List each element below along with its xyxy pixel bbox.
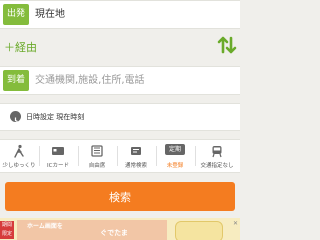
transport-icon [212, 146, 222, 158]
option-ic-card[interactable]: ICカード [41, 140, 75, 172]
arrival-tag: 到着 [3, 70, 29, 91]
swap-icon[interactable] [216, 34, 238, 56]
ad-badge: 期間限定 [0, 221, 14, 239]
option-search-mode[interactable]: 通常検索 [119, 140, 153, 172]
ad-banner[interactable]: 期間限定 ホーム画面を ぐでたま ✕ [0, 218, 240, 240]
option-commuter-pass[interactable]: 定期 未登録 [158, 140, 192, 172]
seat-icon [91, 145, 103, 157]
ic-card-icon [52, 147, 64, 155]
option-label: 少しゆっくり [2, 163, 36, 169]
search-options-bar: 少しゆっくり ICカード 自由席 通常検索 定期 未登録 交通指定なし [0, 139, 240, 173]
ad-brand: ぐでたま [100, 229, 128, 237]
ad-character-image [175, 221, 223, 240]
departure-input[interactable] [35, 1, 230, 28]
time-setting-row[interactable]: 日時設定 現在時刻 [0, 103, 240, 131]
arrival-input[interactable] [35, 67, 230, 94]
time-setting-label: 日時設定 現在時刻 [26, 113, 85, 121]
search-mode-icon [131, 147, 141, 155]
departure-tag: 出発 [3, 4, 29, 25]
clock-icon [10, 111, 21, 123]
arrival-row[interactable]: 到着 [0, 66, 240, 95]
option-label: 通常検索 [124, 163, 147, 169]
option-walking-speed[interactable]: 少しゆっくり [2, 140, 36, 172]
departure-row[interactable]: 出発 [0, 0, 240, 29]
option-label: ICカード [47, 163, 69, 169]
option-label: 未登録 [166, 163, 184, 169]
ad-text: ホーム画面を [27, 223, 63, 230]
option-label: 交通指定なし [200, 163, 234, 169]
option-label: 自由席 [88, 163, 106, 169]
search-button[interactable]: 検索 [5, 182, 235, 211]
option-transport[interactable]: 交通指定なし [200, 140, 234, 172]
option-seat[interactable]: 自由席 [80, 140, 114, 172]
add-via-button[interactable]: ＋経由 [4, 39, 37, 55]
walking-icon [14, 144, 24, 158]
close-icon[interactable]: ✕ [233, 220, 238, 227]
commuter-pass-icon: 定期 [165, 144, 185, 155]
